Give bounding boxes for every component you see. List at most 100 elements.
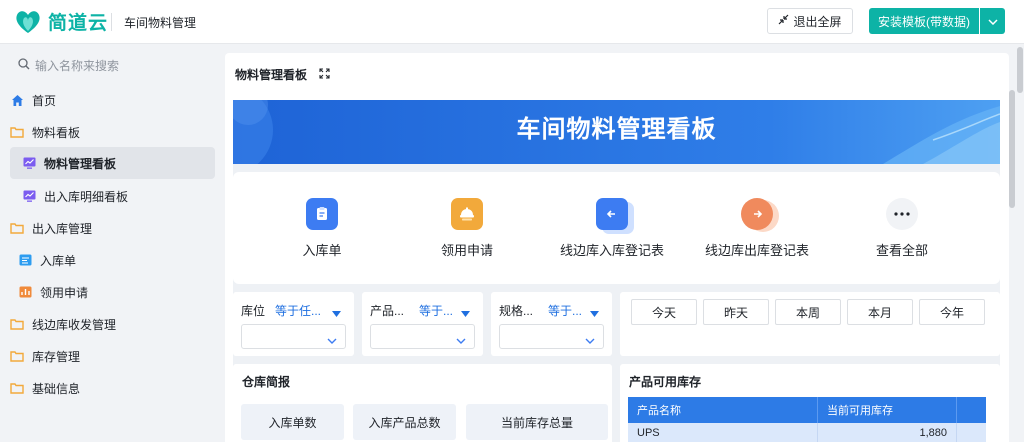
date-button-month[interactable]: 本月 <box>847 299 913 325</box>
sidebar-item-label: 出入库明细看板 <box>44 189 129 204</box>
filter-location: 库位 等于任... <box>233 292 354 356</box>
date-quick-filter: 今天 昨天 本周 本月 今年 <box>620 292 1000 356</box>
chevron-down-icon <box>327 333 337 347</box>
filter-label: 规格... <box>499 304 534 318</box>
quick-entry-card: 入库单 领用申请 线边库入库登记表 线边库出库登记表 查看全部 <box>233 172 1000 284</box>
table-cell: UPS <box>628 423 818 442</box>
quick-entry-label: 查看全部 <box>875 243 928 258</box>
date-button-year[interactable]: 今年 <box>919 299 985 325</box>
caret-down-icon[interactable] <box>590 306 599 320</box>
page-title: 物料管理看板 <box>235 68 308 82</box>
filter-label: 库位 <box>241 304 266 318</box>
warehouse-brief-card: 仓库简报 入库单数 入库产品总数 当前库存总量 <box>233 364 612 442</box>
fullscreen-icon[interactable] <box>319 67 330 82</box>
apply-icon <box>451 198 483 230</box>
folder-icon <box>10 221 24 235</box>
banner-title: 车间物料管理看板 <box>516 116 717 143</box>
stat-inbound-products: 入库产品总数 <box>353 404 456 440</box>
dashboard-canvas: 车间物料管理看板 入库单 领用申请 线边库入库登记表 线边库出库登记表 查看全部… <box>233 100 1000 442</box>
quick-entry-line-inbound[interactable]: 线边库入库登记表 <box>537 198 687 259</box>
brand-name: 简道云 <box>48 13 109 34</box>
stat-current-stock: 当前库存总量 <box>466 404 608 440</box>
filter-value-select[interactable] <box>241 324 346 349</box>
sidebar-item-home[interactable]: 首页 <box>10 84 215 116</box>
app-name: 车间物料管理 <box>124 16 197 30</box>
header-divider <box>111 13 112 31</box>
quick-entry-label: 入库单 <box>302 243 342 258</box>
quick-entry-view-all[interactable]: 查看全部 <box>827 198 977 259</box>
folder-icon <box>10 317 24 331</box>
card-title: 仓库简报 <box>242 375 291 389</box>
quick-entry-line-outbound[interactable]: 线边库出库登记表 <box>682 198 832 259</box>
sidebar-item-line-warehouse[interactable]: 线边库收发管理 <box>10 308 215 340</box>
sidebar: 输入名称来搜索 首页 物料看板 物料管理看板 出入库明细看板 出入库管理 入库单… <box>0 45 224 442</box>
dashboard-icon <box>22 189 36 203</box>
dashboard-icon <box>22 156 36 170</box>
filter-value-select[interactable] <box>370 324 475 349</box>
quick-entry-apply[interactable]: 领用申请 <box>392 198 542 259</box>
table-cell: 1,880 <box>818 423 957 442</box>
table-row[interactable]: UPS 1,880 <box>628 423 986 442</box>
column-header[interactable]: 产品名称 <box>628 397 818 423</box>
sidebar-search[interactable]: 输入名称来搜索 <box>18 57 119 74</box>
sidebar-item-label: 入库单 <box>40 253 77 268</box>
sidebar-item-label: 基础信息 <box>32 381 81 396</box>
search-icon <box>18 58 30 73</box>
filter-value-select[interactable] <box>499 324 604 349</box>
search-input[interactable]: 输入名称来搜索 <box>35 57 119 74</box>
sidebar-item-inout-management[interactable]: 出入库管理 <box>10 212 215 244</box>
sidebar-item-inout-dashboard[interactable]: 出入库明细看板 <box>10 180 215 212</box>
table-cell-spacer <box>957 423 986 442</box>
date-button-week[interactable]: 本周 <box>775 299 841 325</box>
filter-operator[interactable]: 等于任... <box>275 302 321 319</box>
table-header: 产品名称 当前可用库存 <box>628 397 986 423</box>
quick-entry-label: 线边库入库登记表 <box>559 243 664 258</box>
filter-operator[interactable]: 等于... <box>548 302 582 319</box>
page-scrollbar[interactable] <box>1017 47 1023 93</box>
brand-logo-icon <box>14 9 42 35</box>
line-outbound-icon <box>741 198 773 230</box>
date-button-yesterday[interactable]: 昨天 <box>703 299 769 325</box>
apply-form-icon <box>18 285 32 299</box>
chevron-down-icon <box>987 14 998 28</box>
home-icon <box>10 93 24 107</box>
folder-icon <box>10 349 24 363</box>
date-button-today[interactable]: 今天 <box>631 299 697 325</box>
filter-spec: 规格... 等于... <box>491 292 612 356</box>
install-template-dropdown[interactable] <box>980 8 1005 34</box>
sidebar-item-material-dashboard[interactable]: 物料管理看板 <box>10 147 215 179</box>
quick-entry-inbound[interactable]: 入库单 <box>247 198 397 259</box>
sidebar-item-material-board[interactable]: 物料看板 <box>10 116 215 148</box>
column-header[interactable]: 当前可用库存 <box>818 397 957 423</box>
caret-down-icon[interactable] <box>332 306 341 320</box>
quick-entry-label: 线边库出库登记表 <box>704 243 809 258</box>
form-icon <box>18 253 32 267</box>
sidebar-item-label: 物料管理看板 <box>44 156 117 171</box>
stat-inbound-count: 入库单数 <box>241 404 344 440</box>
filter-product: 产品... 等于... <box>362 292 483 356</box>
chevron-down-icon <box>585 333 595 347</box>
sidebar-item-apply-form[interactable]: 领用申请 <box>10 276 215 308</box>
sidebar-item-basic-info[interactable]: 基础信息 <box>10 372 215 404</box>
caret-down-icon[interactable] <box>461 306 470 320</box>
sidebar-item-inventory[interactable]: 库存管理 <box>10 340 215 372</box>
sidebar-item-label: 线边库收发管理 <box>32 317 117 332</box>
sidebar-item-label: 领用申请 <box>40 285 89 300</box>
exit-fullscreen-button[interactable]: 退出全屏 <box>767 8 853 34</box>
column-header-spacer <box>957 397 986 423</box>
main-header: 物料管理看板 <box>235 66 330 83</box>
collapse-icon <box>778 14 789 28</box>
inventory-table: 产品名称 当前可用库存 UPS 1,880 <box>628 397 986 442</box>
top-bar: 简道云 车间物料管理 退出全屏 安装模板(带数据) <box>0 0 1024 44</box>
filter-operator[interactable]: 等于... <box>419 302 453 319</box>
inbound-form-icon <box>306 198 338 230</box>
brand-logo[interactable]: 简道云 <box>14 8 108 35</box>
folder-icon <box>10 381 24 395</box>
install-template-button[interactable]: 安装模板(带数据) <box>869 8 979 34</box>
main-panel: 物料管理看板 车间物料管理看板 入库单 领用申请 线边库入库登记表 线边库出库登… <box>225 53 1009 442</box>
sidebar-item-inbound-form[interactable]: 入库单 <box>10 244 215 276</box>
chevron-down-icon <box>456 333 466 347</box>
dashboard-banner: 车间物料管理看板 <box>233 100 1000 164</box>
page-scrollbar-track <box>1015 45 1024 442</box>
line-inbound-icon <box>596 198 628 230</box>
